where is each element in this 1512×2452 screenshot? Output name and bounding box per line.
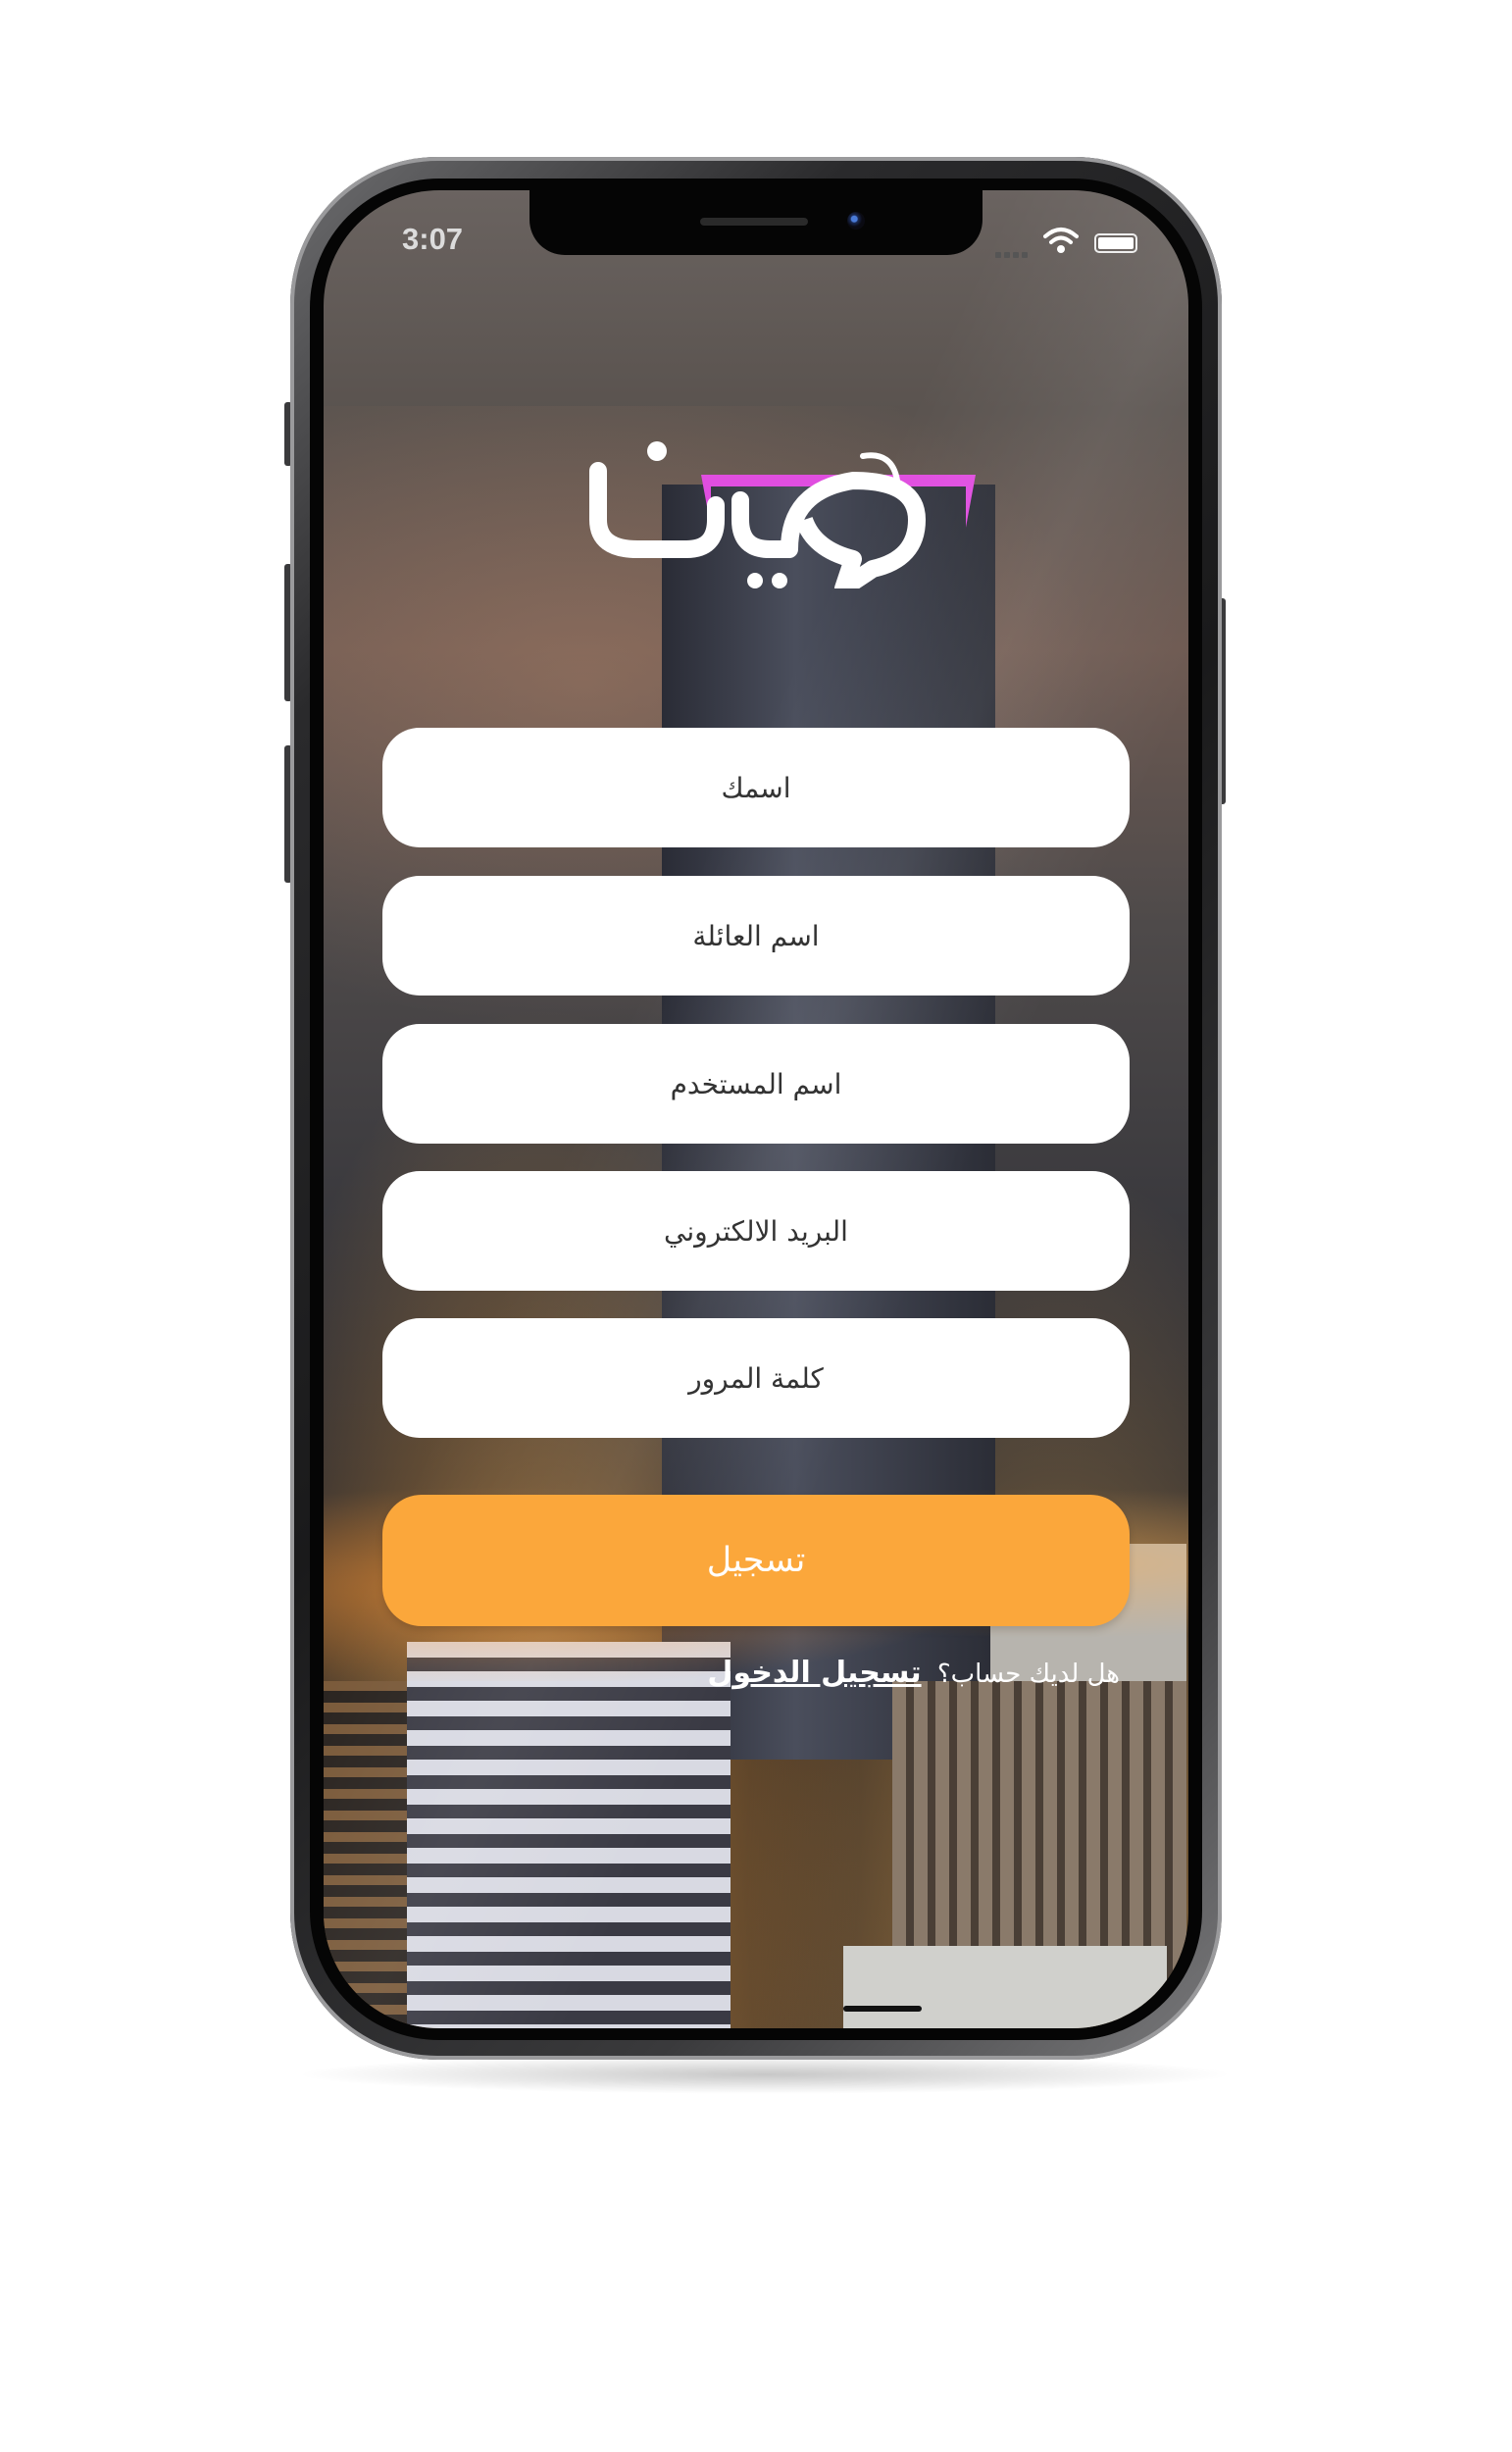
background-building [324,1681,417,2028]
login-question: هل لديك حساب؟ [936,1660,1120,1689]
register-button[interactable]: تسجيل [382,1495,1130,1626]
mockup-stage: 3:07 تسجيل هل لديك حساب؟ تسجيل الدخول [0,0,1512,2452]
wifi-icon [1043,226,1079,255]
wifi-icon-glyph [1043,228,1079,253]
login-prompt: هل لديك حساب؟ تسجيل الدخول [618,1656,1120,1705]
app-logo-glyph [589,441,926,597]
camera-icon [847,212,865,230]
username-input[interactable] [382,1024,1130,1144]
phone-shadow [294,2055,1235,2094]
speaker-grille [700,218,808,226]
home-indicator[interactable] [843,2006,922,2012]
login-link[interactable]: تسجيل الدخول [707,1656,921,1690]
family-name-input[interactable] [382,876,1130,996]
status-time: 3:07 [402,222,464,256]
signal-icon [995,243,1034,258]
battery-icon [1094,233,1137,253]
password-input[interactable] [382,1318,1130,1438]
first-name-input[interactable] [382,728,1130,847]
app-logo-icon [579,412,941,597]
email-input[interactable] [382,1171,1130,1291]
background-building [843,1946,1167,2028]
